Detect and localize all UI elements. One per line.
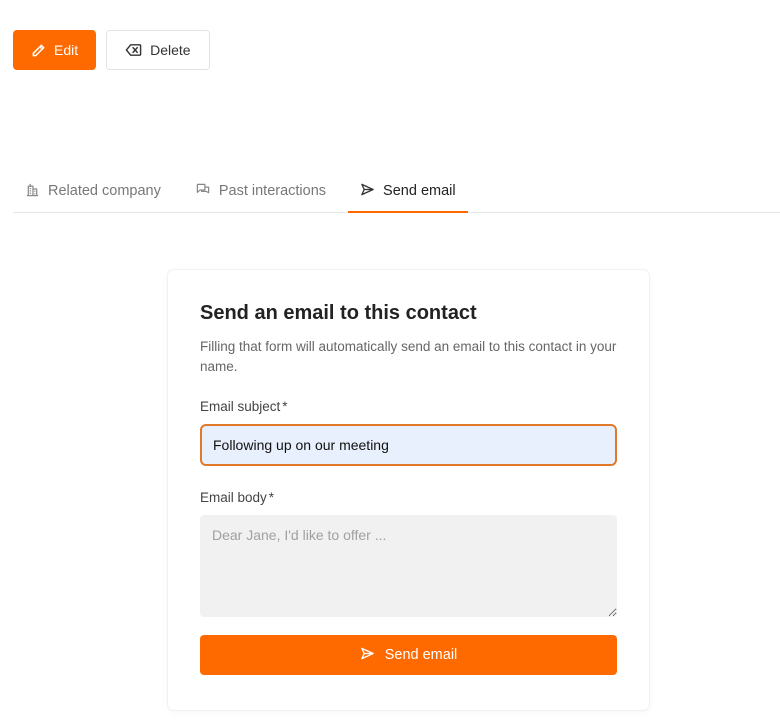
edit-button-label: Edit — [54, 42, 79, 58]
delete-button-label: Delete — [150, 42, 191, 58]
body-label: Email body * — [200, 490, 617, 505]
building-icon — [25, 182, 40, 201]
backspace-x-icon — [125, 43, 142, 57]
pencil-icon — [31, 43, 46, 58]
tab-bar: Related company Past interactions Send e… — [13, 170, 780, 213]
subject-label-text: Email subject — [200, 399, 281, 414]
required-marker: * — [268, 490, 275, 505]
tab-label: Related company — [48, 183, 161, 199]
action-toolbar: Edit Delete — [13, 30, 210, 70]
subject-label: Email subject * — [200, 399, 617, 414]
chat-bubbles-icon — [195, 182, 211, 201]
send-email-button[interactable]: Send email — [200, 635, 617, 675]
card-description: Filling that form will automatically sen… — [200, 339, 617, 374]
required-marker: * — [282, 399, 288, 414]
send-icon — [360, 182, 375, 201]
body-label-text: Email body — [200, 490, 267, 505]
delete-button[interactable]: Delete — [106, 30, 210, 70]
card-title: Send an email to this contact — [200, 302, 477, 324]
email-subject-input[interactable] — [200, 424, 617, 466]
tab-label: Past interactions — [218, 183, 327, 199]
send-email-card: Send an email to this contact Filling th… — [168, 270, 649, 710]
tab-past-interactions[interactable]: Past interactions — [183, 170, 338, 212]
email-body-textarea[interactable] — [200, 515, 617, 617]
send-email-button-label: Send email — [384, 647, 458, 663]
edit-button[interactable]: Edit — [13, 30, 97, 70]
tab-related-company[interactable]: Related company — [13, 170, 173, 212]
tab-send-email[interactable]: Send email — [348, 170, 468, 213]
tab-label: Send email — [383, 183, 456, 199]
send-icon — [360, 646, 375, 665]
